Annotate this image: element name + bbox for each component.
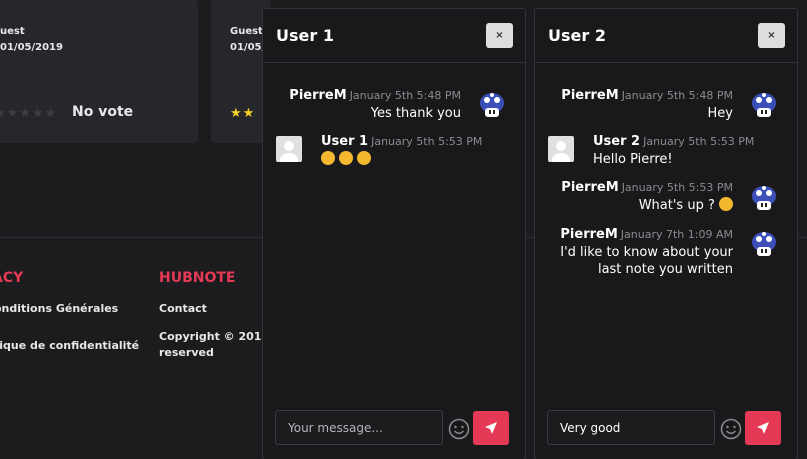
emoji-picker-icon[interactable] — [720, 418, 742, 440]
review-card: uest 01/05/2019 ★★★★★ No vote — [0, 0, 198, 143]
smile-emoji-icon — [357, 151, 372, 165]
message-author: PierreM — [560, 227, 618, 242]
mushroom-avatar-icon — [752, 93, 776, 117]
message-author: PierreM — [561, 180, 619, 195]
message-author: PierreM — [561, 88, 619, 103]
no-vote-label: No vote — [72, 104, 134, 120]
message-time: January 5th 5:53 PM — [371, 135, 483, 148]
message-time: January 7th 1:09 AM — [620, 228, 733, 241]
mushroom-avatar-icon — [480, 93, 504, 117]
chat-header: User 2 × — [535, 9, 797, 63]
message-emojis — [321, 151, 482, 168]
footer-link-contact[interactable]: Contact — [159, 301, 207, 317]
chat-message: User 2 January 5th 5:53 PM Hello Pierre! — [593, 134, 754, 168]
message-text: What's up ? — [561, 197, 733, 214]
reviewer-name: uest — [0, 26, 25, 37]
smile-emoji-icon — [321, 151, 335, 165]
close-button[interactable]: × — [758, 23, 785, 48]
message-line: last note you written — [597, 262, 733, 277]
review-date: 01/05/2019 — [0, 42, 63, 53]
message-line: I'd like to know about your — [560, 245, 733, 260]
chat-window-user-2: User 2 × PierreM January 5th 5:48 PM Hey … — [534, 8, 798, 459]
send-button[interactable] — [473, 411, 509, 445]
message-author: PierreM — [289, 88, 347, 103]
chat-message: PierreM January 5th 5:48 PM Yes thank you — [289, 88, 461, 122]
emoji-picker-icon[interactable] — [448, 418, 470, 440]
chat-title: User 2 — [548, 26, 606, 45]
message-input[interactable] — [547, 410, 715, 445]
message-text: What's up ? — [638, 198, 715, 213]
message-text: Hey — [707, 106, 733, 121]
message-text: Yes thank you — [370, 106, 461, 121]
star-rating: ★★ — [230, 106, 256, 121]
chat-message: PierreM January 5th 5:53 PM What's up ? — [561, 180, 733, 214]
chat-window-user-1: User 1 × PierreM January 5th 5:48 PM Yes … — [262, 8, 526, 459]
message-author: User 1 — [321, 134, 369, 149]
send-button[interactable] — [745, 411, 781, 445]
message-text: Hello Pierre! — [593, 152, 673, 167]
footer-heading-hubnote: HUBNOTE — [159, 270, 236, 286]
message-time: January 5th 5:48 PM — [621, 89, 733, 102]
message-time: January 5th 5:48 PM — [349, 89, 461, 102]
mushroom-avatar-icon — [752, 186, 776, 210]
user-avatar-icon — [548, 136, 574, 162]
star-rating: ★★★★★ — [0, 106, 58, 121]
chat-message: PierreM January 7th 1:09 AM I'd like to k… — [560, 227, 733, 278]
footer-link-terms[interactable]: onditions Générales — [0, 301, 118, 317]
message-input[interactable] — [275, 410, 443, 445]
footer-link-privacy[interactable]: tique de confidentialité — [0, 338, 139, 354]
message-time: January 5th 5:53 PM — [643, 135, 755, 148]
message-author: User 2 — [593, 134, 641, 149]
smile-emoji-icon — [339, 151, 354, 165]
close-button[interactable]: × — [486, 23, 513, 48]
send-icon — [757, 422, 769, 434]
footer-heading-privacy: ACY — [0, 270, 24, 286]
smile-emoji-icon — [719, 197, 733, 211]
reviewer-name: Guest — [230, 26, 263, 37]
send-icon — [485, 422, 497, 434]
mushroom-avatar-icon — [752, 232, 776, 256]
chat-message: PierreM January 5th 5:48 PM Hey — [561, 88, 733, 122]
user-avatar-icon — [276, 136, 302, 162]
review-date: 01/05/ — [230, 42, 266, 53]
chat-message: User 1 January 5th 5:53 PM — [321, 134, 482, 168]
message-time: January 5th 5:53 PM — [621, 181, 733, 194]
message-text: I'd like to know about your last note yo… — [560, 244, 733, 278]
chat-title: User 1 — [276, 26, 334, 45]
chat-header: User 1 × — [263, 9, 525, 63]
